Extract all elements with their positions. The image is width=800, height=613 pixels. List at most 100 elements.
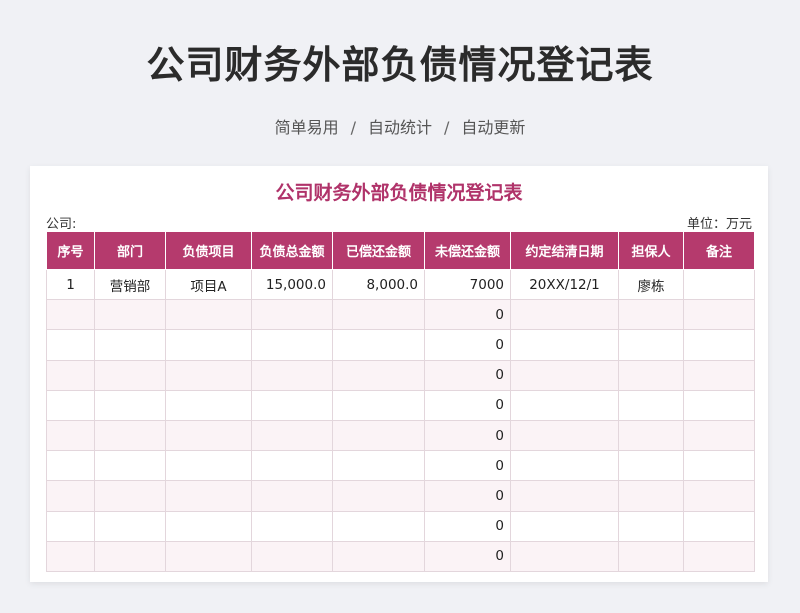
cell-total-amount[interactable] [251, 359, 333, 391]
cell-total-amount[interactable] [251, 510, 333, 542]
column-header-seq[interactable]: 序号 [46, 231, 95, 270]
cell-due-date[interactable] [510, 450, 619, 482]
cell-seq[interactable] [46, 329, 95, 361]
cell-remark[interactable] [683, 268, 755, 301]
cell-remark[interactable] [683, 389, 755, 421]
column-header-department[interactable]: 部门 [94, 231, 166, 270]
cell-department[interactable] [94, 540, 166, 572]
cell-remark[interactable] [683, 299, 755, 331]
cell-remark[interactable] [683, 510, 755, 542]
cell-department[interactable] [94, 510, 166, 542]
cell-item[interactable]: 项目A [165, 268, 252, 301]
cell-seq[interactable] [46, 540, 95, 572]
cell-repaid-amount[interactable] [332, 389, 425, 421]
cell-department[interactable] [94, 419, 166, 452]
cell-repaid-amount[interactable] [332, 540, 425, 572]
column-header-item[interactable]: 负债项目 [165, 231, 252, 270]
cell-repaid-amount[interactable] [332, 299, 425, 331]
cell-remark[interactable] [683, 450, 755, 482]
cell-item[interactable] [165, 299, 252, 331]
cell-guarantor[interactable] [618, 389, 684, 421]
cell-remark[interactable] [683, 359, 755, 391]
cell-unpaid-amount[interactable]: 0 [424, 389, 511, 421]
cell-repaid-amount[interactable] [332, 419, 425, 452]
cell-guarantor[interactable] [618, 450, 684, 482]
cell-due-date[interactable] [510, 480, 619, 512]
cell-department[interactable] [94, 299, 166, 331]
cell-department[interactable] [94, 359, 166, 391]
cell-due-date[interactable] [510, 299, 619, 331]
column-header-repaid-amount[interactable]: 已偿还金额 [332, 231, 425, 270]
cell-seq[interactable] [46, 480, 95, 512]
cell-guarantor[interactable] [618, 329, 684, 361]
cell-department[interactable] [94, 480, 166, 512]
cell-total-amount[interactable]: 15,000.0 [251, 268, 333, 301]
cell-due-date[interactable] [510, 329, 619, 361]
cell-total-amount[interactable] [251, 419, 333, 452]
cell-guarantor[interactable] [618, 299, 684, 331]
column-header-remark[interactable]: 备注 [683, 231, 755, 270]
cell-seq[interactable] [46, 419, 95, 452]
cell-unpaid-amount[interactable]: 0 [424, 299, 511, 331]
cell-guarantor[interactable] [618, 510, 684, 542]
cell-department[interactable] [94, 329, 166, 361]
cell-unpaid-amount[interactable]: 0 [424, 419, 511, 452]
cell-remark[interactable] [683, 540, 755, 572]
cell-repaid-amount[interactable]: 8,000.0 [332, 268, 425, 301]
cell-unpaid-amount[interactable]: 0 [424, 359, 511, 391]
cell-total-amount[interactable] [251, 299, 333, 331]
cell-item[interactable] [165, 419, 252, 452]
cell-item[interactable] [165, 359, 252, 391]
cell-seq[interactable] [46, 450, 95, 482]
cell-due-date[interactable]: 20XX/12/1 [510, 268, 619, 301]
cell-due-date[interactable] [510, 419, 619, 452]
cell-guarantor[interactable] [618, 540, 684, 572]
cell-remark[interactable] [683, 480, 755, 512]
cell-total-amount[interactable] [251, 329, 333, 361]
cell-item[interactable] [165, 389, 252, 421]
cell-guarantor[interactable] [618, 359, 684, 391]
column-header-total-amount[interactable]: 负债总金额 [251, 231, 333, 270]
cell-due-date[interactable] [510, 389, 619, 421]
cell-guarantor[interactable] [618, 480, 684, 512]
cell-department[interactable] [94, 450, 166, 482]
cell-remark[interactable] [683, 419, 755, 452]
column-header-unpaid-amount[interactable]: 未偿还金额 [424, 231, 511, 270]
cell-seq[interactable] [46, 510, 95, 542]
cell-unpaid-amount[interactable]: 0 [424, 329, 511, 361]
cell-due-date[interactable] [510, 540, 619, 572]
cell-repaid-amount[interactable] [332, 359, 425, 391]
cell-unpaid-amount[interactable]: 0 [424, 510, 511, 542]
cell-item[interactable] [165, 480, 252, 512]
cell-item[interactable] [165, 540, 252, 572]
cell-seq[interactable] [46, 299, 95, 331]
cell-unpaid-amount[interactable]: 0 [424, 480, 511, 512]
cell-unpaid-amount[interactable]: 0 [424, 540, 511, 572]
cell-seq[interactable] [46, 359, 95, 391]
cell-total-amount[interactable] [251, 389, 333, 421]
cell-unpaid-amount[interactable]: 0 [424, 450, 511, 482]
column-header-guarantor[interactable]: 担保人 [618, 231, 684, 270]
cell-total-amount[interactable] [251, 480, 333, 512]
cell-total-amount[interactable] [251, 540, 333, 572]
cell-repaid-amount[interactable] [332, 510, 425, 542]
cell-repaid-amount[interactable] [332, 329, 425, 361]
column-header-due-date[interactable]: 约定结清日期 [510, 231, 619, 270]
table-row: 0 [46, 299, 755, 331]
cell-seq[interactable] [46, 389, 95, 421]
cell-remark[interactable] [683, 329, 755, 361]
cell-repaid-amount[interactable] [332, 450, 425, 482]
cell-unpaid-amount[interactable]: 7000 [424, 268, 511, 301]
cell-due-date[interactable] [510, 359, 619, 391]
cell-seq[interactable]: 1 [46, 268, 95, 301]
cell-due-date[interactable] [510, 510, 619, 542]
cell-guarantor[interactable]: 廖栋 [618, 268, 684, 301]
cell-total-amount[interactable] [251, 450, 333, 482]
cell-item[interactable] [165, 329, 252, 361]
cell-department[interactable]: 营销部 [94, 268, 166, 301]
cell-guarantor[interactable] [618, 419, 684, 452]
cell-item[interactable] [165, 450, 252, 482]
cell-repaid-amount[interactable] [332, 480, 425, 512]
cell-department[interactable] [94, 389, 166, 421]
cell-item[interactable] [165, 510, 252, 542]
